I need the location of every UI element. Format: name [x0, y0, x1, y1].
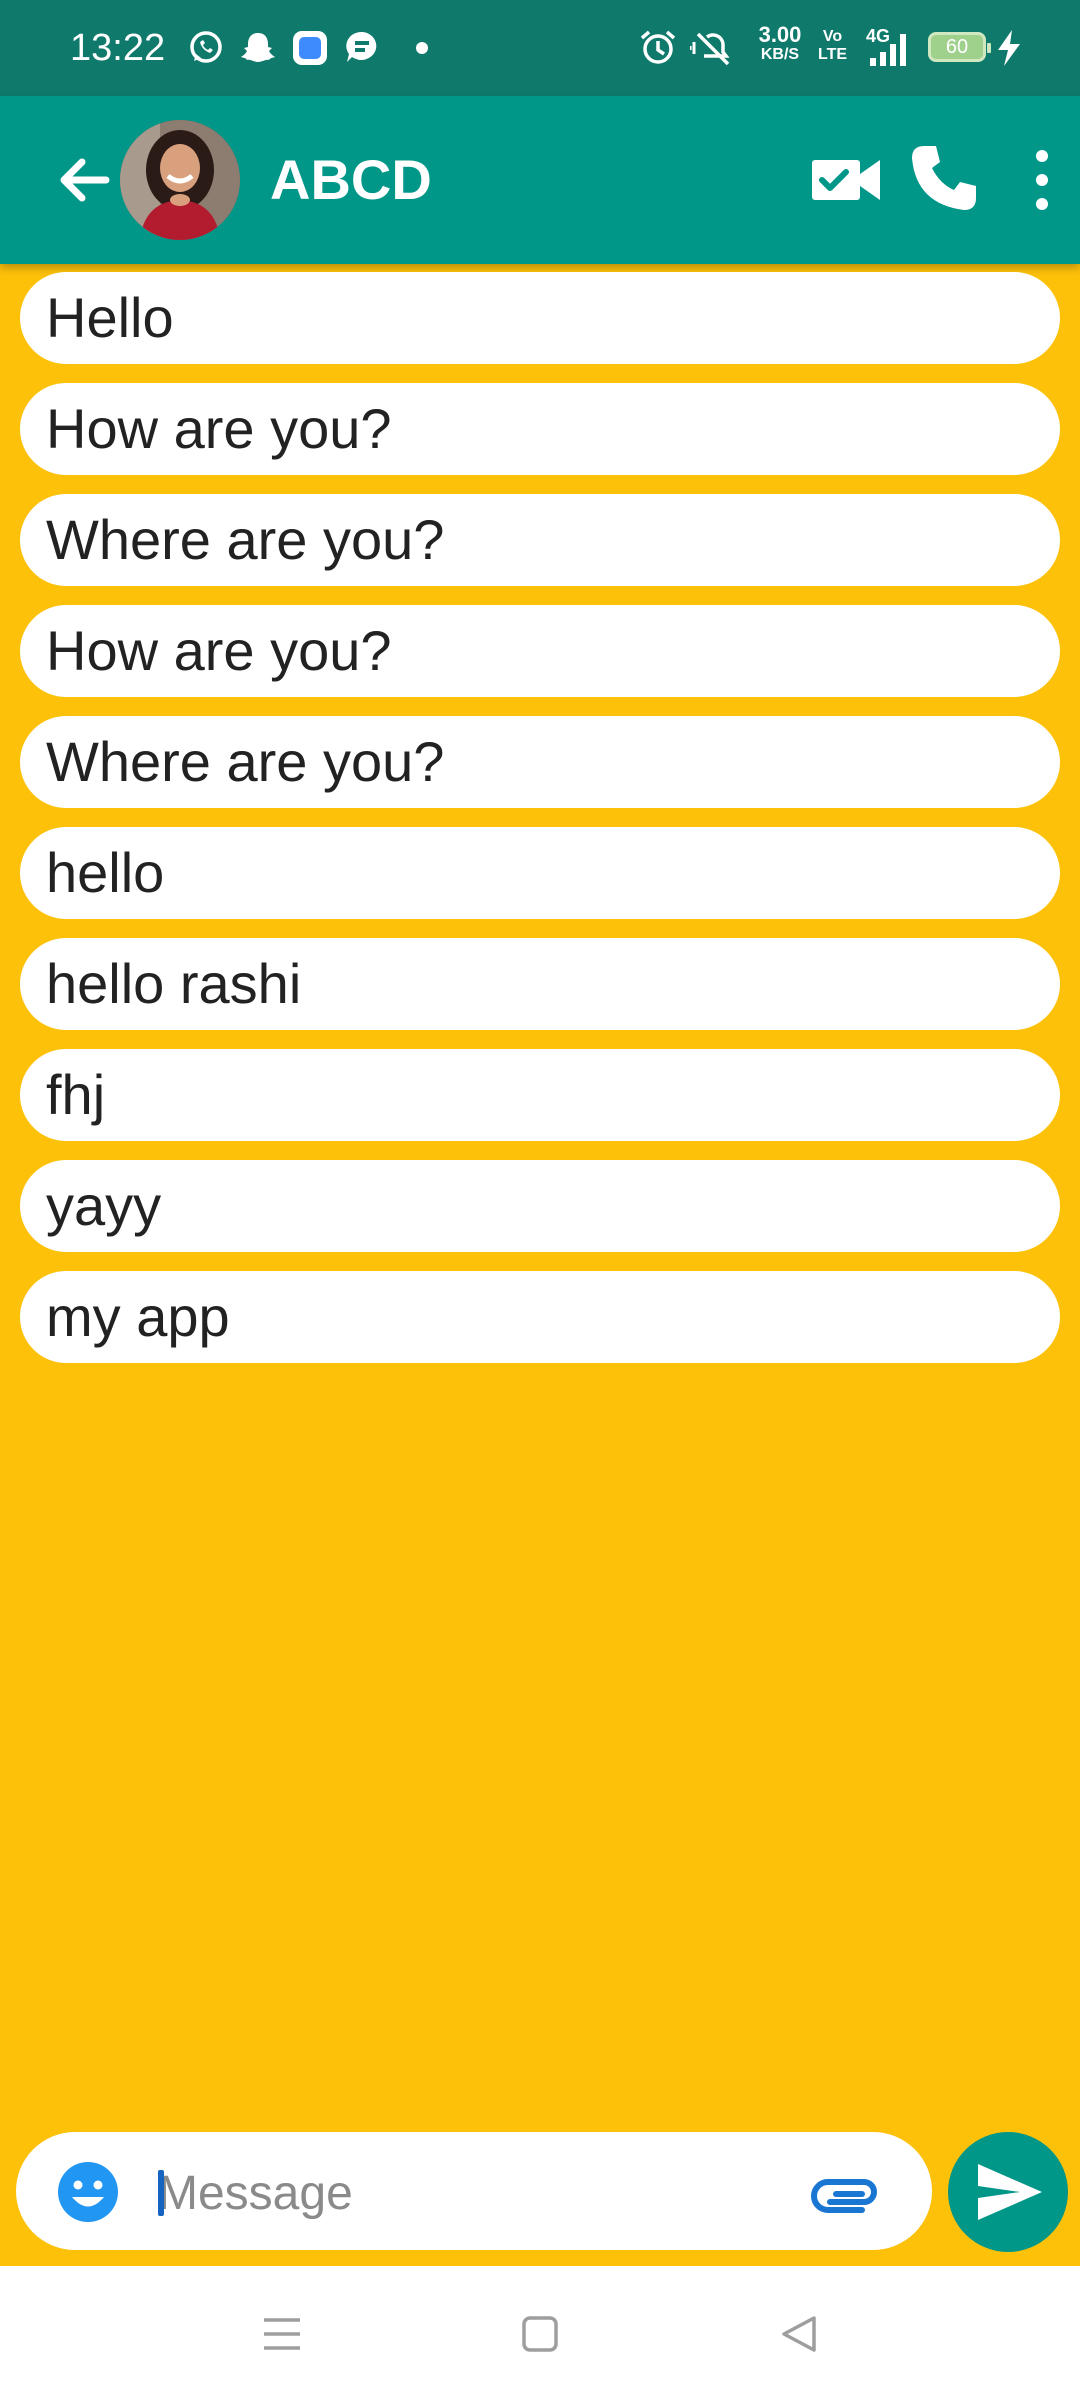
battery-icon: 60: [928, 32, 991, 62]
message-bubble[interactable]: Where are you?: [20, 716, 1060, 808]
system-nav-bar: [0, 2266, 1080, 2400]
mute-icon: [690, 32, 730, 66]
charging-icon: [998, 30, 1020, 66]
chat-header: ABCD: [0, 96, 1080, 264]
send-button[interactable]: [948, 2132, 1068, 2252]
battery-level: 60: [945, 36, 969, 58]
phone-call-icon[interactable]: [906, 140, 982, 216]
message-bubble[interactable]: yayy: [20, 1160, 1060, 1252]
message-bubble[interactable]: How are you?: [20, 605, 1060, 697]
app-icon: [293, 31, 327, 65]
message-list[interactable]: Hello How are you? Where are you? How ar…: [20, 272, 1060, 1382]
speed-unit: KB/S: [760, 46, 800, 63]
snapchat-icon: [241, 33, 275, 62]
avatar-photo: [120, 120, 240, 240]
dot-icon: [416, 42, 428, 54]
volte-label: Vo LTE: [818, 28, 848, 63]
menu-icon[interactable]: [258, 2310, 306, 2358]
signal-icon: [870, 34, 906, 66]
message-input[interactable]: [156, 2152, 800, 2234]
attach-icon[interactable]: [810, 2168, 882, 2216]
text-cursor: [158, 2170, 164, 2216]
status-time: 13:22: [70, 27, 166, 69]
message-composer: [16, 2132, 932, 2250]
message-bubble[interactable]: fhj: [20, 1049, 1060, 1141]
contact-name[interactable]: ABCD: [270, 148, 432, 212]
speed-value: 3.00: [758, 22, 802, 47]
message-bubble[interactable]: Where are you?: [20, 494, 1060, 586]
message-bubble[interactable]: hello rashi: [20, 938, 1060, 1030]
video-call-icon[interactable]: [808, 144, 884, 216]
whatsapp-icon: [190, 31, 222, 63]
emoji-icon[interactable]: [56, 2160, 120, 2224]
send-icon: [978, 2164, 1042, 2220]
message-bubble[interactable]: hello: [20, 827, 1060, 919]
message-bubble[interactable]: How are you?: [20, 383, 1060, 475]
message-bubble[interactable]: my app: [20, 1271, 1060, 1363]
network-speed: 3.00 KB/S: [750, 24, 810, 64]
more-vert-icon[interactable]: [1020, 140, 1064, 220]
home-icon[interactable]: [516, 2310, 564, 2358]
alarm-icon: [640, 30, 676, 64]
status-bar: 13:22 3.00 KB/S Vo LTE 4G 60: [0, 0, 1080, 96]
arrow-left-icon[interactable]: [48, 144, 120, 216]
avatar[interactable]: [120, 120, 240, 240]
message-bubble[interactable]: Hello: [20, 272, 1060, 364]
back-triangle-icon[interactable]: [776, 2310, 824, 2358]
chat-icon: [346, 31, 377, 62]
